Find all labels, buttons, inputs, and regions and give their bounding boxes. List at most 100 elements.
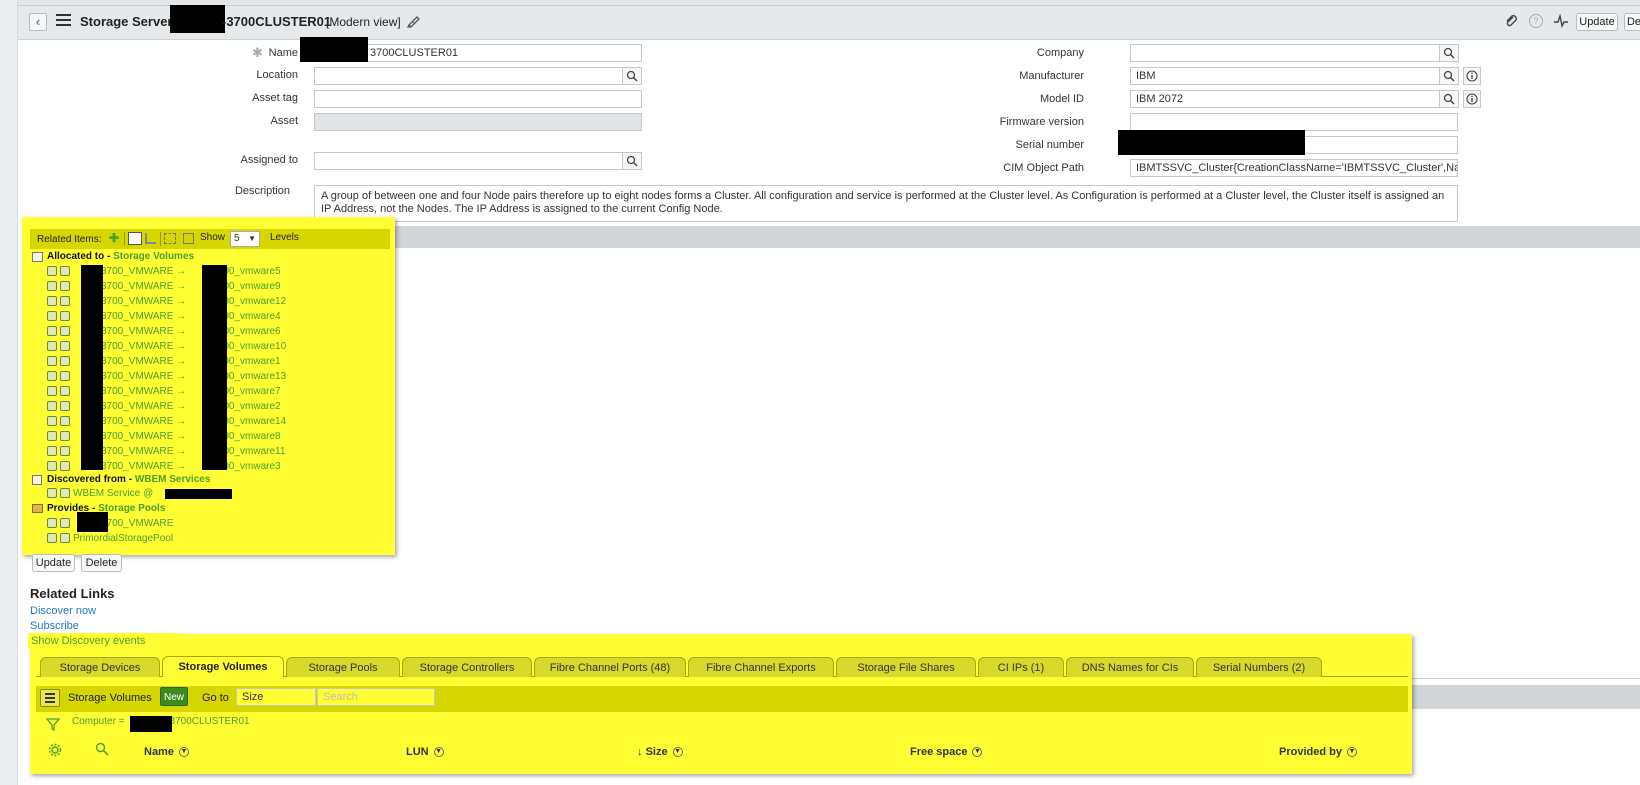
relation-icon <box>60 341 70 352</box>
list-menu-button[interactable] <box>40 689 60 707</box>
model-id-info-button[interactable] <box>1463 90 1481 108</box>
divider <box>124 232 125 246</box>
edit-icon[interactable] <box>406 14 422 31</box>
back-button[interactable]: ‹ <box>29 13 47 31</box>
search-icon <box>1443 93 1455 105</box>
levels-select[interactable]: 5 ▼ <box>230 231 260 247</box>
column-header-name[interactable]: Name ▼ <box>144 746 189 758</box>
manufacturer-lookup-button[interactable] <box>1439 67 1459 85</box>
tree-view-icon[interactable] <box>145 233 156 244</box>
hamburger-icon[interactable] <box>56 14 71 28</box>
ci-icon <box>47 416 57 427</box>
levels-label: Levels <box>270 232 299 243</box>
ci-icon <box>47 461 57 472</box>
tab-storage-volumes[interactable]: Storage Volumes <box>162 656 284 677</box>
column-header-lun[interactable]: LUN ▼ <box>406 746 444 758</box>
manufacturer-info-button[interactable] <box>1463 67 1481 85</box>
header-update-button[interactable]: Update <box>1576 13 1618 31</box>
serial-label: Serial number <box>1015 139 1084 151</box>
add-icon[interactable]: ✚ <box>109 231 119 245</box>
discover-now-link[interactable]: Discover now <box>30 605 96 617</box>
goto-field-select[interactable]: Size <box>236 688 316 706</box>
allocated-link[interactable]: Storage Volumes <box>113 251 194 262</box>
filter-prefix: Computer = <box>72 716 125 727</box>
manufacturer-field[interactable]: IBM <box>1130 67 1440 85</box>
model-id-label: Model ID <box>1039 93 1084 105</box>
volume-target: 3700_vmware5 <box>212 266 281 277</box>
subscribe-link[interactable]: Subscribe <box>30 620 79 632</box>
asset-field <box>314 113 642 131</box>
allocated-prefix: Allocated to - <box>47 251 114 262</box>
header-delete-button[interactable]: De <box>1624 13 1640 31</box>
assigned-to-lookup-button[interactable] <box>622 152 642 170</box>
firmware-field[interactable] <box>1130 113 1458 131</box>
tab-storage-controllers[interactable]: Storage Controllers <box>402 657 532 677</box>
ci-icon <box>47 431 57 442</box>
assigned-to-label: Assigned to <box>240 154 298 166</box>
info-icon <box>1466 93 1478 105</box>
ci-icon <box>47 401 57 412</box>
tab-storage-devices[interactable]: Storage Devices <box>40 657 160 677</box>
model-id-field[interactable]: IBM 2072 <box>1130 90 1440 108</box>
column-provided-by-label: Provided by <box>1279 746 1342 758</box>
back-icon: ‹ <box>35 14 41 29</box>
left-nav-strip <box>0 0 18 785</box>
relation-icon <box>60 311 70 322</box>
divider <box>160 232 161 246</box>
assigned-to-field[interactable] <box>314 152 623 170</box>
new-button[interactable]: New <box>160 687 188 706</box>
model-id-lookup-button[interactable] <box>1439 90 1459 108</box>
tab-dns-names[interactable]: DNS Names for CIs <box>1066 657 1194 677</box>
volume-target: 3700_vmware1 <box>212 356 281 367</box>
tab-ci-ips[interactable]: CI IPs (1) <box>978 657 1064 677</box>
ci-icon <box>47 296 57 307</box>
search-icon <box>626 70 638 82</box>
tab-fibre-channel-exports[interactable]: Fibre Channel Exports <box>688 657 834 677</box>
column-size-label: Size <box>645 746 668 758</box>
discovered-link[interactable]: WBEM Services <box>135 474 211 485</box>
delete-button[interactable]: Delete <box>81 554 122 572</box>
tab-storage-pools[interactable]: Storage Pools <box>286 657 400 677</box>
cim-field[interactable]: IBMTSSVC_Cluster{CreationClassName='IBMT… <box>1130 159 1458 177</box>
map-icon[interactable] <box>164 233 176 244</box>
asset-tag-label: Asset tag <box>252 92 298 104</box>
attachment-icon[interactable] <box>1504 14 1518 31</box>
columns-icon[interactable] <box>183 233 194 244</box>
gear-icon[interactable] <box>48 743 62 760</box>
chevron-down-icon: ▼ <box>1346 747 1357 758</box>
tab-storage-file-shares[interactable]: Storage File Shares <box>836 657 976 677</box>
column-header-free-space[interactable]: Free space ▼ <box>910 746 983 758</box>
company-field[interactable] <box>1130 44 1440 62</box>
pool-item[interactable]: PrimordialStoragePool <box>47 531 173 546</box>
search-icon <box>626 155 638 167</box>
show-discovery-events-link[interactable]: Show Discovery events <box>31 635 145 647</box>
column-name-label: Name <box>144 746 174 758</box>
column-header-size[interactable]: ↓ Size ▼ <box>637 746 683 758</box>
wbem-item[interactable]: WBEM Service @ <box>47 486 153 501</box>
redacted-block <box>170 5 225 33</box>
redacted-block <box>202 265 227 470</box>
section-header-band <box>395 226 1640 248</box>
column-lun-label: LUN <box>406 746 429 758</box>
filter-icon[interactable] <box>45 718 61 734</box>
update-button[interactable]: Update <box>32 554 75 572</box>
location-field[interactable] <box>314 67 623 85</box>
activity-icon[interactable] <box>1553 13 1569 32</box>
tab-serial-numbers[interactable]: Serial Numbers (2) <box>1196 657 1322 677</box>
tab-fibre-channel-ports[interactable]: Fibre Channel Ports (48) <box>534 657 686 677</box>
document-icon <box>32 475 42 485</box>
asset-tag-field[interactable] <box>314 90 642 108</box>
location-lookup-button[interactable] <box>622 67 642 85</box>
description-field[interactable]: A group of between one and four Node pai… <box>314 185 1458 222</box>
list-view-icon[interactable] <box>128 232 142 245</box>
help-icon[interactable]: ? <box>1529 14 1543 28</box>
company-lookup-button[interactable] <box>1439 44 1459 62</box>
ci-icon <box>47 356 57 367</box>
list-search-input[interactable]: Search <box>317 688 435 706</box>
search-icon[interactable] <box>95 742 109 759</box>
pool-item[interactable]: 3700_VMWARE <box>47 516 173 531</box>
provides-link[interactable]: Storage Pools <box>98 503 165 514</box>
relation-icon <box>60 386 70 397</box>
volume-target: 3700_vmware6 <box>212 326 281 337</box>
column-header-provided-by[interactable]: Provided by ▼ <box>1279 746 1357 758</box>
